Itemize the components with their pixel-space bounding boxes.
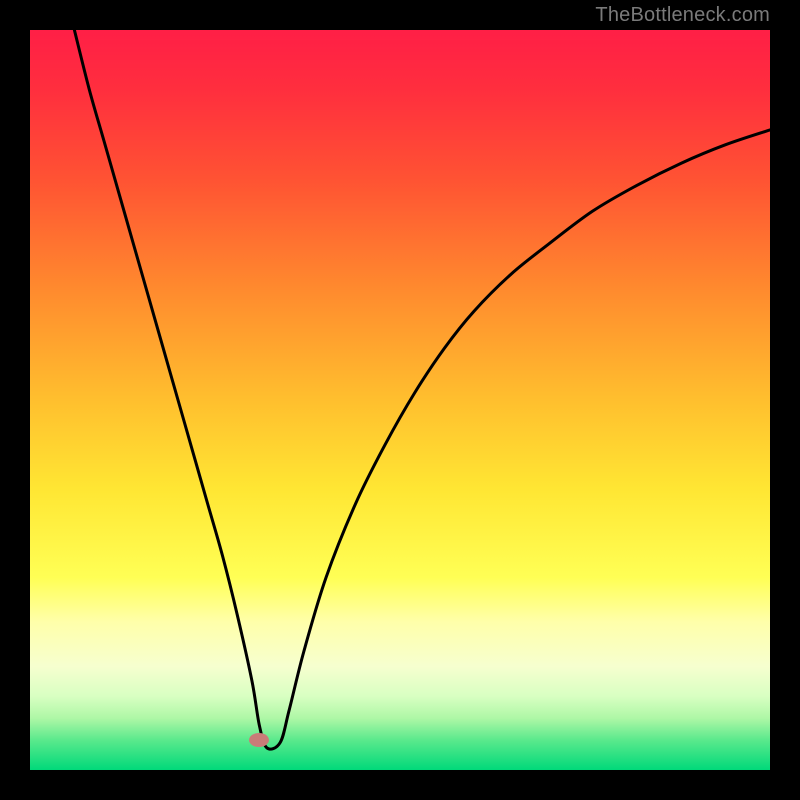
optimal-point-marker [249,733,269,747]
curve-layer [30,30,770,770]
plot-area [30,30,770,770]
chart-frame: TheBottleneck.com [0,0,800,800]
watermark-text: TheBottleneck.com [595,4,770,27]
bottleneck-curve [74,30,770,749]
